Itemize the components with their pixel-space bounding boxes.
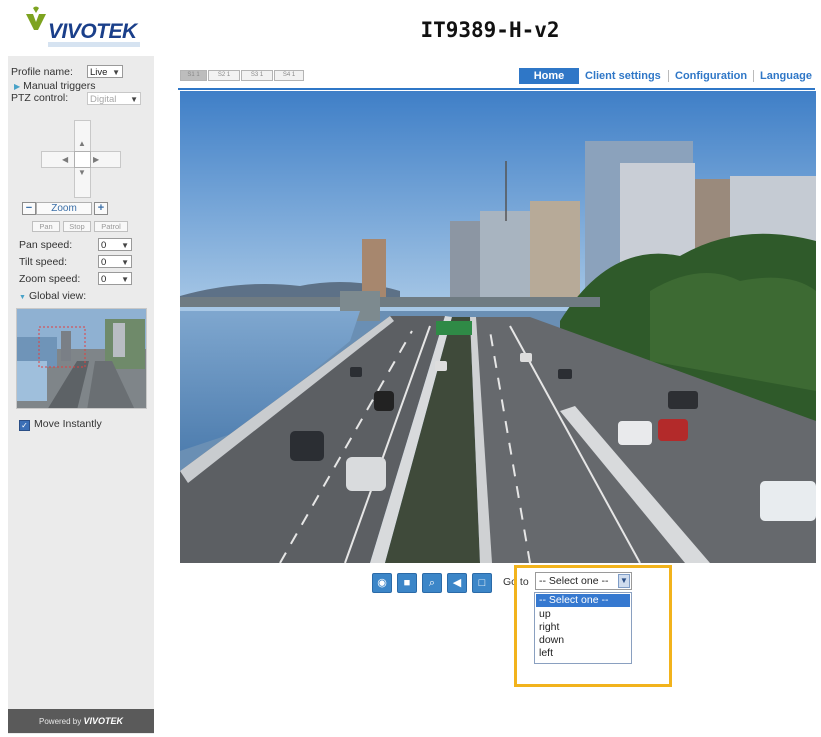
stream-tab-1[interactable]: S1 1 — [180, 70, 207, 81]
ptz-left-button[interactable]: ◀ — [62, 155, 68, 164]
zoom-speed-select[interactable]: 0 ▼ — [98, 272, 132, 285]
nav-divider — [753, 70, 754, 82]
ptz-control-label: PTZ control: — [11, 92, 69, 104]
ptz-home-button[interactable] — [74, 151, 91, 168]
manual-triggers-label: Manual triggers — [23, 80, 96, 92]
stream-tab-4[interactable]: S4 1 — [274, 70, 304, 81]
pan-speed-label: Pan speed: — [19, 239, 73, 251]
profile-select-value: Live — [90, 67, 108, 78]
stream-tab-3[interactable]: S3 1 — [241, 70, 273, 81]
chevron-down-icon: ▼ — [121, 275, 129, 284]
tilt-speed-label: Tilt speed: — [19, 256, 68, 268]
live-video-view[interactable] — [180, 91, 816, 563]
record-icon[interactable]: ■ — [397, 573, 417, 593]
nav-configuration[interactable]: Configuration — [675, 68, 747, 84]
page-title: IT9389-H-v2 — [420, 18, 560, 42]
logo-text: VIVOTEK — [48, 20, 139, 43]
manual-triggers-toggle[interactable]: ▶ Manual triggers — [14, 80, 96, 92]
move-instantly-checkbox[interactable]: ✓ Move Instantly — [19, 418, 102, 431]
ptz-down-button[interactable]: ▼ — [78, 168, 86, 177]
expand-triangle-icon: ▶ — [14, 82, 21, 91]
stream-tab-2[interactable]: S2 1 — [208, 70, 240, 81]
nav-home[interactable]: Home — [519, 68, 579, 84]
ptz-control-select[interactable]: Digital ▼ — [87, 92, 141, 105]
checkbox-checked-icon: ✓ — [19, 420, 30, 431]
tilt-speed-select[interactable]: 0 ▼ — [98, 255, 132, 268]
nav-divider — [668, 70, 669, 82]
chevron-down-icon: ▼ — [130, 95, 138, 104]
zoom-speed-value: 0 — [101, 274, 107, 285]
stop-button[interactable]: Stop — [63, 221, 91, 232]
nav-underline — [178, 88, 815, 90]
audio-icon[interactable]: ◀ — [447, 573, 467, 593]
nav-client-settings[interactable]: Client settings — [585, 68, 661, 84]
zoom-speed-label: Zoom speed: — [19, 273, 81, 285]
tilt-speed-value: 0 — [101, 257, 107, 268]
profile-select[interactable]: Live ▼ — [87, 65, 123, 78]
zoom-out-button[interactable]: − — [22, 202, 36, 215]
pan-button[interactable]: Pan — [32, 221, 60, 232]
camera-snapshot-icon[interactable]: ◉ — [372, 573, 392, 593]
global-view-label: Global view: — [28, 290, 87, 302]
vivotek-logo: VIVOTEK — [24, 6, 142, 50]
digital-zoom-icon[interactable]: ⌕ — [422, 573, 442, 593]
profile-name-label: Profile name: — [11, 66, 73, 78]
ptz-up-button[interactable]: ▲ — [78, 139, 86, 148]
powered-by-label: Powered by — [39, 717, 82, 726]
global-view-panorama[interactable] — [16, 308, 147, 409]
patrol-button[interactable]: Patrol — [94, 221, 128, 232]
pan-speed-select[interactable]: 0 ▼ — [98, 238, 132, 251]
powered-by-footer: Powered by VIVOTEK — [8, 709, 154, 733]
ptz-control-value: Digital — [90, 94, 117, 105]
highlight-annotation — [514, 565, 672, 687]
global-view-toggle[interactable]: ▼ Global view: — [19, 290, 86, 302]
nav-language[interactable]: Language — [760, 68, 812, 84]
zoom-label: Zoom — [36, 202, 92, 215]
fullscreen-icon[interactable]: □ — [472, 573, 492, 593]
ptz-right-button[interactable]: ▶ — [93, 155, 99, 164]
collapse-triangle-icon: ▼ — [19, 294, 26, 301]
powered-brand: VIVOTEK — [83, 716, 123, 726]
chevron-down-icon: ▼ — [121, 241, 129, 250]
chevron-down-icon: ▼ — [121, 258, 129, 267]
zoom-in-button[interactable]: + — [94, 202, 108, 215]
move-instantly-label: Move Instantly — [34, 418, 102, 430]
pan-speed-value: 0 — [101, 240, 107, 251]
chevron-down-icon: ▼ — [112, 68, 120, 77]
